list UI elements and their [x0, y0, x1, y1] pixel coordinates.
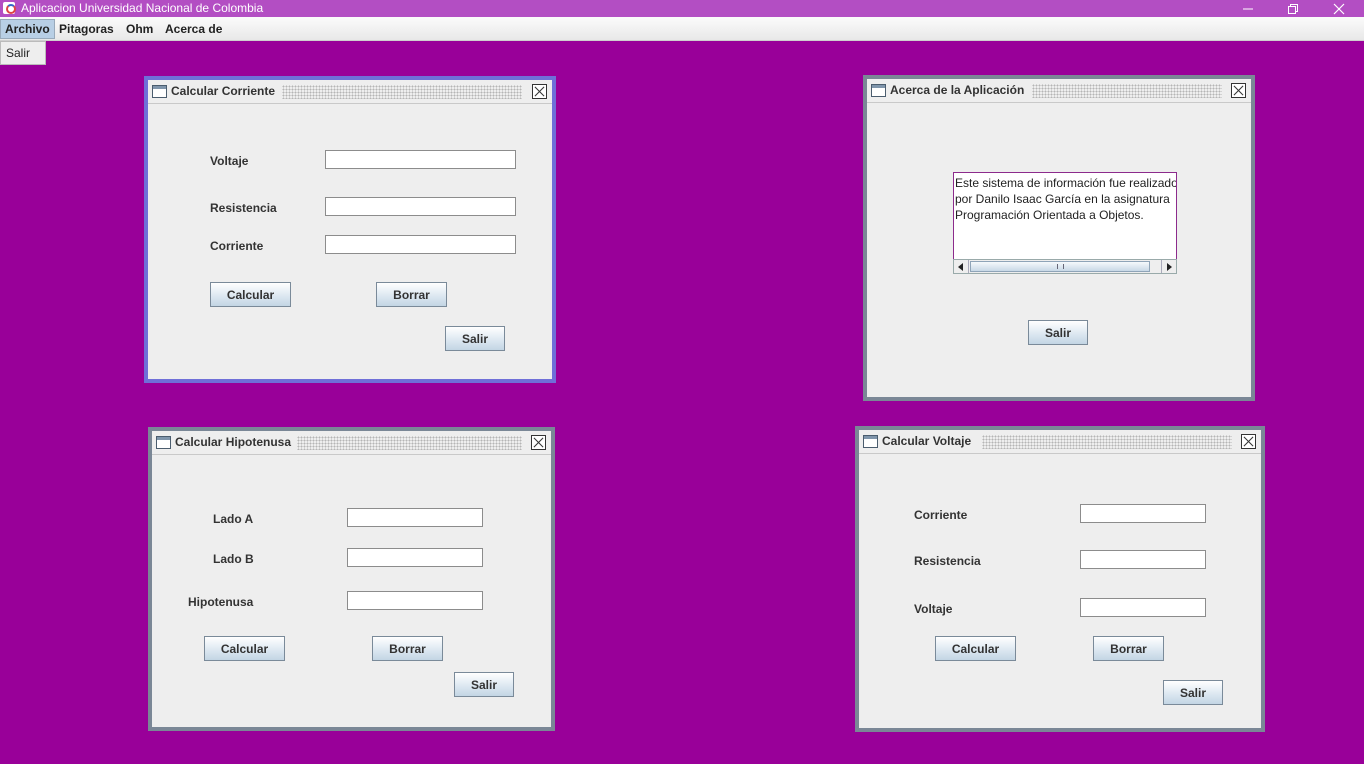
about-text-line: Programación Orientada a Objetos. — [955, 208, 1144, 222]
menu-acerca-de[interactable]: Acerca de — [161, 19, 226, 39]
corriente-label: Corriente — [210, 239, 264, 253]
menu-pitagoras[interactable]: Pitagoras — [55, 19, 118, 39]
window-title: Aplicacion Universidad Nacional de Colom… — [21, 1, 264, 15]
title-grip — [297, 436, 522, 450]
close-box-icon[interactable] — [1231, 83, 1246, 98]
resistencia-input[interactable] — [1080, 550, 1206, 569]
frame-title-bar[interactable]: Calcular Hipotenusa — [152, 431, 551, 455]
about-text-line: por Danilo Isaac García en la asignatura — [955, 192, 1170, 206]
menu-ohm[interactable]: Ohm — [122, 19, 157, 39]
frame-title-bar[interactable]: Calcular Corriente — [148, 80, 552, 104]
resistencia-label: Resistencia — [914, 554, 981, 568]
restore-icon — [1288, 3, 1298, 14]
close-icon — [1333, 3, 1345, 14]
salir-button[interactable]: Salir — [1028, 320, 1088, 345]
window-icon — [152, 85, 167, 98]
frame-calcular-hipotenusa: Calcular Hipotenusa Lado A Lado B Hipote… — [148, 427, 555, 731]
calcular-button[interactable]: Calcular — [935, 636, 1016, 661]
scroll-left-icon[interactable] — [954, 260, 969, 273]
hipotenusa-input[interactable] — [347, 591, 483, 610]
title-grip — [1032, 84, 1222, 98]
voltaje-label: Voltaje — [914, 602, 953, 616]
lado-a-input[interactable] — [347, 508, 483, 527]
archivo-dropdown: Salir — [0, 41, 46, 65]
voltaje-label: Voltaje — [210, 154, 249, 168]
window-icon — [871, 84, 886, 97]
horizontal-scrollbar[interactable] — [953, 259, 1177, 274]
calcular-button[interactable]: Calcular — [210, 282, 291, 307]
menu-bar: Archivo Pitagoras Ohm Acerca de — [0, 17, 1364, 41]
calcular-button[interactable]: Calcular — [204, 636, 285, 661]
java-cup-icon — [3, 2, 16, 14]
frame-title: Calcular Voltaje — [882, 434, 978, 448]
borrar-button[interactable]: Borrar — [372, 636, 443, 661]
title-grip — [282, 85, 522, 99]
scroll-thumb[interactable] — [970, 261, 1150, 272]
frame-title: Calcular Hipotenusa — [175, 435, 298, 449]
window-icon — [156, 436, 171, 449]
frame-title: Calcular Corriente — [171, 84, 282, 98]
menu-item-salir[interactable]: Salir — [6, 46, 30, 60]
borrar-button[interactable]: Borrar — [376, 282, 447, 307]
window-icon — [863, 435, 878, 448]
close-box-icon[interactable] — [532, 84, 547, 99]
borrar-button[interactable]: Borrar — [1093, 636, 1164, 661]
lado-b-input[interactable] — [347, 548, 483, 567]
frame-title-bar[interactable]: Calcular Voltaje — [859, 430, 1261, 454]
lado-a-label: Lado A — [213, 512, 254, 526]
resistencia-label: Resistencia — [210, 201, 277, 215]
resistencia-input[interactable] — [325, 197, 516, 216]
corriente-input[interactable] — [1080, 504, 1206, 523]
scroll-right-icon[interactable] — [1161, 260, 1176, 273]
frame-calcular-voltaje: Calcular Voltaje Corriente Resistencia V… — [855, 426, 1265, 732]
close-box-icon[interactable] — [531, 435, 546, 450]
minimize-button[interactable] — [1225, 0, 1271, 17]
corriente-input[interactable] — [325, 235, 516, 254]
menu-archivo[interactable]: Archivo — [0, 19, 55, 39]
frame-title-bar[interactable]: Acerca de la Aplicación — [867, 79, 1251, 103]
frame-calcular-corriente: Calcular Corriente Voltaje Resistencia C… — [144, 76, 556, 383]
lado-b-label: Lado B — [213, 552, 254, 566]
corriente-label: Corriente — [914, 508, 968, 522]
minimize-icon — [1243, 8, 1253, 9]
salir-button[interactable]: Salir — [445, 326, 505, 351]
frame-acerca-de: Acerca de la Aplicación Este sistema de … — [863, 75, 1255, 401]
title-grip — [982, 435, 1232, 449]
about-text-line: Este sistema de información fue realizad… — [955, 176, 1177, 190]
salir-button[interactable]: Salir — [454, 672, 514, 697]
close-box-icon[interactable] — [1241, 434, 1256, 449]
hipotenusa-label: Hipotenusa — [188, 595, 254, 609]
about-text-area[interactable]: Este sistema de información fue realizad… — [953, 172, 1177, 260]
voltaje-input[interactable] — [325, 150, 516, 169]
restore-button[interactable] — [1270, 0, 1316, 17]
salir-button[interactable]: Salir — [1163, 680, 1223, 705]
close-window-button[interactable] — [1316, 0, 1362, 17]
frame-title: Acerca de la Aplicación — [890, 83, 1031, 97]
window-title-bar: Aplicacion Universidad Nacional de Colom… — [0, 0, 1364, 17]
voltaje-input[interactable] — [1080, 598, 1206, 617]
